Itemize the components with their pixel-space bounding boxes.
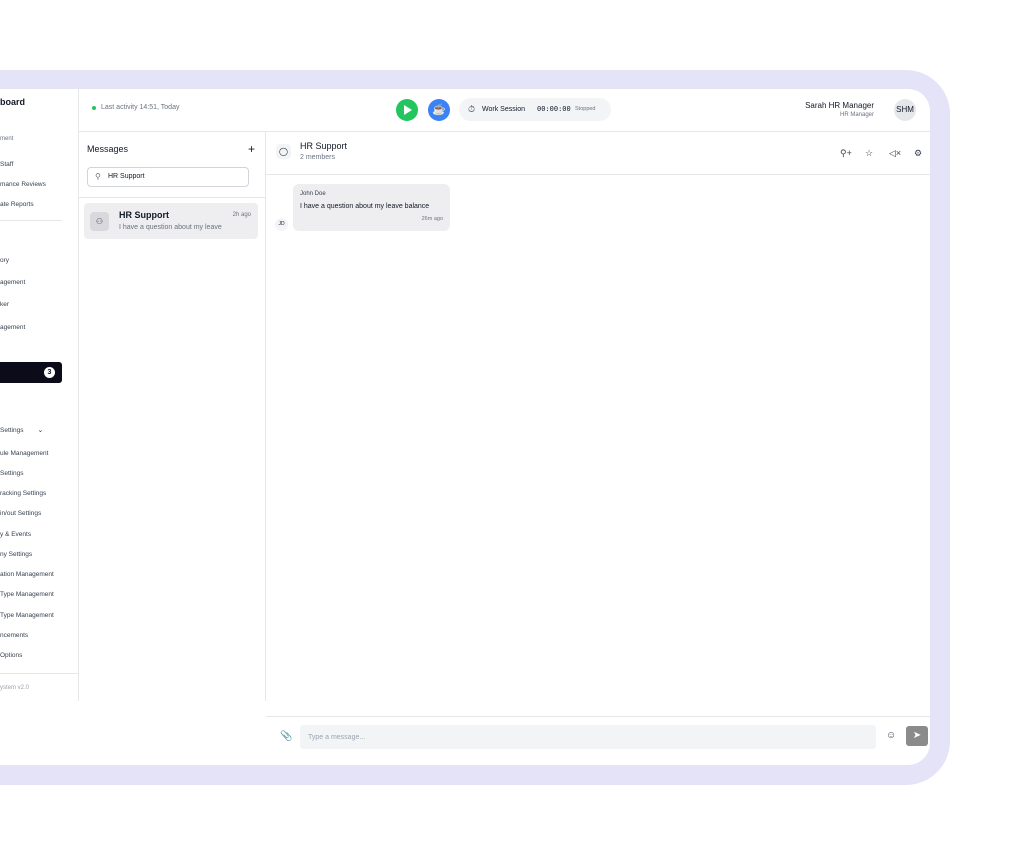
message-time: 26m ago	[421, 216, 443, 222]
sidebar-subitem-holiday-events[interactable]: y & Events	[0, 531, 31, 538]
sidebar-subitem-tracking-settings[interactable]: racking Settings	[0, 490, 46, 497]
sidebar-item-tracker[interactable]: ker	[0, 301, 9, 308]
chat-panel: ◯ HR Support 2 members ⚲+ ☆ ◁× ⚙ JD John…	[266, 131, 930, 749]
smiley-icon[interactable]: ☺	[886, 730, 896, 741]
last-activity: Last activity 14:51, Today	[92, 103, 181, 113]
sidebar-subitem-options[interactable]: Options	[0, 652, 22, 659]
chat-header: ◯ HR Support 2 members ⚲+ ☆ ◁× ⚙	[266, 131, 930, 175]
sidebar-subitem-schedule-management[interactable]: ule Management	[0, 450, 48, 457]
sidebar-item-management-2[interactable]: agement	[0, 324, 25, 331]
sidebar-subitem-type-management-2[interactable]: Type Management	[0, 612, 54, 619]
sidebar-item-messages[interactable]: 3	[0, 362, 62, 383]
conversation-name: HR Support	[119, 210, 169, 220]
conversation-time: 2h ago	[232, 212, 251, 218]
search-icon: ⚲	[95, 172, 101, 181]
message-sender-avatar: JD	[275, 218, 288, 231]
gear-icon[interactable]: ⚙	[914, 148, 922, 159]
paperclip-icon[interactable]: 📎	[280, 731, 292, 742]
sidebar-divider	[0, 220, 62, 221]
app-screen: board ment Staff mance Reviews ate Repor…	[0, 89, 930, 765]
work-session-indicator: ⏱ Work Session 00:00:00 Stopped	[459, 98, 611, 121]
work-session-label: Work Session	[482, 106, 526, 113]
sidebar-subitem-settings[interactable]: Settings	[0, 470, 24, 477]
sidebar-footer-divider	[0, 673, 78, 674]
message-input-field[interactable]	[300, 725, 876, 749]
sidebar-subitem-checkin-settings[interactable]: in/out Settings	[0, 510, 41, 517]
mute-icon[interactable]: ◁×	[889, 148, 901, 159]
user-plus-icon[interactable]: ⚲+	[840, 148, 852, 159]
chat-group-name: HR Support	[300, 141, 348, 151]
messages-count-badge: 3	[44, 367, 55, 378]
new-conversation-button[interactable]: +	[248, 142, 255, 156]
list-divider	[78, 197, 265, 198]
user-role: HR Manager	[839, 112, 874, 118]
message-composer: 📎 ☺ ➤	[266, 717, 930, 761]
work-session-timer: 00:00:00	[537, 105, 571, 113]
users-icon: ⚇	[90, 212, 109, 231]
message-input[interactable]	[308, 731, 868, 743]
sidebar-item-management[interactable]: agement	[0, 279, 25, 286]
sidebar-item-settings[interactable]: Settings ⌄	[0, 426, 43, 434]
search-input[interactable]	[108, 171, 244, 182]
sidebar-subitem-announcements[interactable]: ncements	[0, 632, 28, 639]
chat-member-count[interactable]: 2 members	[300, 154, 335, 161]
stopwatch-icon: ⏱	[468, 104, 476, 114]
message-text: I have a question about my leave balance	[300, 203, 430, 210]
sidebar-brand: board	[0, 97, 26, 107]
avatar[interactable]: SHM	[894, 99, 916, 121]
top-bar: Last activity 14:51, Today ☕ ⏱ Work Sess…	[78, 89, 930, 132]
conversation-item[interactable]: ⚇ HR Support 2h ago I have a question ab…	[84, 203, 258, 239]
work-session-status: Stopped	[575, 106, 596, 112]
star-icon[interactable]: ☆	[865, 148, 873, 159]
conversation-list: Messages + ⚲ ⚇ HR Support 2h ago I have …	[78, 131, 266, 701]
sidebar-item-directory[interactable]: ory	[0, 257, 9, 264]
conversation-search[interactable]: ⚲	[87, 167, 249, 187]
sidebar-item-performance-reviews[interactable]: mance Reviews	[0, 181, 46, 188]
sidebar-item-reports[interactable]: ate Reports	[0, 201, 34, 208]
message-bubble: John Doe I have a question about my leav…	[293, 184, 450, 231]
break-button[interactable]: ☕	[428, 99, 450, 121]
coffee-icon: ☕	[432, 104, 446, 116]
user-info[interactable]: Sarah HR Manager HR Manager	[805, 101, 874, 118]
sidebar-subitem-company-settings[interactable]: ny Settings	[0, 551, 32, 558]
send-icon: ➤	[912, 730, 922, 741]
chevron-down-icon: ⌄	[37, 427, 44, 434]
online-status-dot	[92, 106, 96, 110]
send-button[interactable]: ➤	[906, 726, 928, 746]
sidebar-item-settings-label: Settings	[0, 427, 24, 434]
conversation-preview: I have a question about my leave	[119, 224, 222, 231]
last-activity-text: Last activity 14:51, Today	[101, 104, 180, 111]
system-version: ystem v2.0	[0, 685, 30, 691]
sidebar: board ment Staff mance Reviews ate Repor…	[0, 89, 79, 701]
chat-bubble-icon: ◯	[276, 144, 291, 159]
sidebar-section-label: ment	[0, 136, 14, 142]
messages-title: Messages	[87, 144, 129, 154]
sidebar-item-staff[interactable]: Staff	[0, 161, 13, 168]
start-session-button[interactable]	[396, 99, 418, 121]
sidebar-subitem-location-management[interactable]: ation Management	[0, 571, 54, 578]
message-sender: John Doe	[300, 191, 326, 197]
user-name: Sarah HR Manager	[805, 101, 874, 110]
sidebar-subitem-type-management[interactable]: Type Management	[0, 591, 54, 598]
